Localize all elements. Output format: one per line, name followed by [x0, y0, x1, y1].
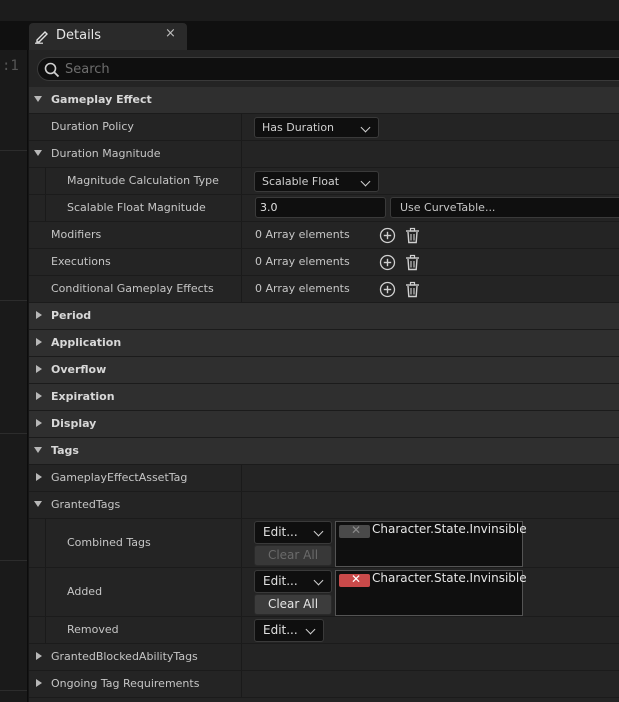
tab-title: Details [56, 28, 102, 43]
category-display[interactable]: Display [29, 411, 619, 438]
property-label: Removed [67, 623, 119, 636]
combined-tags-edit-button[interactable]: Edit... [254, 521, 332, 544]
add-element-icon[interactable] [379, 281, 396, 298]
property-label: Magnitude Calculation Type [67, 174, 219, 187]
property-granted-tags: GrantedTags [29, 492, 619, 519]
property-label: Modifiers [51, 228, 102, 241]
property-scalable-float-magnitude: Scalable Float Magnitude 3.0 Use CurveTa… [29, 195, 619, 222]
search-input[interactable] [65, 60, 605, 78]
close-icon[interactable]: × [165, 26, 176, 41]
property-label: Added [67, 585, 103, 598]
property-label: Scalable Float Magnitude [67, 201, 206, 214]
scalable-float-value-input[interactable]: 3.0 [255, 197, 386, 218]
property-modifiers: Modifiers 0 Array elements [29, 222, 619, 249]
category-label: Expiration [51, 390, 115, 403]
property-label: GrantedTags [51, 498, 121, 511]
added-tags-edit-button[interactable]: Edit... [254, 570, 332, 593]
collapse-arrow-icon[interactable] [36, 365, 42, 373]
duration-policy-dropdown[interactable]: Has Duration [254, 117, 379, 138]
category-overflow[interactable]: Overflow [29, 357, 619, 384]
remove-tag-disabled-icon: ✕ [339, 523, 370, 538]
collapse-arrow-icon[interactable] [36, 338, 42, 346]
trash-icon[interactable] [404, 281, 421, 298]
chevron-down-icon [360, 122, 371, 133]
search-box[interactable] [37, 57, 619, 81]
category-expiration[interactable]: Expiration [29, 384, 619, 411]
expand-arrow-icon[interactable] [34, 150, 42, 156]
magnitude-calc-type-dropdown[interactable]: Scalable Float [254, 171, 379, 192]
chevron-down-icon [305, 624, 316, 635]
expand-arrow-icon[interactable] [34, 501, 42, 507]
collapse-arrow-icon[interactable] [36, 419, 42, 427]
property-asset-tag: GameplayEffectAssetTag [29, 465, 619, 492]
trash-icon[interactable] [404, 227, 421, 244]
edit-label: Edit... [263, 574, 298, 588]
array-count: 0 Array elements [255, 228, 350, 241]
chevron-down-icon [313, 526, 324, 537]
removed-tags-edit-button[interactable]: Edit... [254, 619, 324, 642]
expand-arrow-icon[interactable] [34, 447, 42, 453]
property-removed-tags: Removed Edit... [29, 617, 619, 644]
collapse-arrow-icon[interactable] [36, 392, 42, 400]
collapse-arrow-icon[interactable] [36, 473, 42, 481]
chevron-down-icon [313, 575, 324, 586]
collapse-arrow-icon[interactable] [36, 679, 42, 687]
property-label: Conditional Gameplay Effects [51, 282, 214, 295]
tag-label: Character.State.Invinsible [372, 522, 527, 536]
category-gameplay-effect[interactable]: Gameplay Effect [29, 87, 619, 114]
property-executions: Executions 0 Array elements [29, 249, 619, 276]
added-tags-clear-all-button[interactable]: Clear All [254, 594, 332, 615]
property-label: Executions [51, 255, 111, 268]
property-duration-policy: Duration Policy Has Duration [29, 114, 619, 141]
property-magnitude-calc-type: Magnitude Calculation Type Scalable Floa… [29, 168, 619, 195]
tab-details[interactable]: Details × [29, 23, 187, 50]
category-label: Overflow [51, 363, 107, 376]
pencil-icon [35, 31, 48, 44]
property-conditional-effects: Conditional Gameplay Effects 0 Array ele… [29, 276, 619, 303]
details-panel: Gameplay Effect Duration Policy Has Dura… [29, 50, 619, 702]
property-duration-magnitude: Duration Magnitude [29, 141, 619, 168]
array-count: 0 Array elements [255, 255, 350, 268]
property-label: GrantedBlockedAbilityTags [51, 650, 198, 663]
remove-tag-icon[interactable]: ✕ [339, 572, 370, 587]
category-period[interactable]: Period [29, 303, 619, 330]
property-granted-blocked: GrantedBlockedAbilityTags [29, 644, 619, 671]
property-combined-tags: Combined Tags Edit... Clear All ✕ Charac… [29, 519, 619, 568]
trash-icon[interactable] [404, 254, 421, 271]
category-label: Tags [51, 444, 79, 457]
collapse-arrow-icon[interactable] [36, 652, 42, 660]
search-icon [44, 62, 60, 78]
property-label: GameplayEffectAssetTag [51, 471, 188, 484]
dropdown-value: Has Duration [262, 121, 335, 134]
array-count: 0 Array elements [255, 282, 350, 295]
left-viewport-strip: :1 [0, 50, 28, 702]
combined-tags-clear-all-button: Clear All [254, 545, 332, 566]
category-tags[interactable]: Tags [29, 438, 619, 465]
chevron-down-icon [360, 176, 371, 187]
property-added-tags: Added Edit... Clear All ✕ Character.Stat… [29, 568, 619, 617]
category-label: Period [51, 309, 92, 322]
property-label: Combined Tags [67, 536, 151, 549]
category-label: Application [51, 336, 122, 349]
collapse-arrow-icon[interactable] [36, 311, 42, 319]
edit-label: Edit... [263, 525, 298, 539]
sidebar-digit: :1 [2, 58, 19, 74]
category-application[interactable]: Application [29, 330, 619, 357]
dropdown-value: Scalable Float [262, 175, 340, 188]
curve-table-picker[interactable]: Use CurveTable... [390, 197, 619, 218]
property-label: Duration Magnitude [51, 147, 161, 160]
category-label: Gameplay Effect [51, 93, 152, 106]
top-toolbar [0, 0, 619, 21]
edit-label: Edit... [263, 623, 298, 637]
combined-tags-list: ✕ Character.State.Invinsible [335, 521, 527, 567]
added-tags-list: ✕ Character.State.Invinsible [335, 570, 527, 616]
property-label: Ongoing Tag Requirements [51, 677, 200, 690]
property-label: Duration Policy [51, 120, 134, 133]
tag-label: Character.State.Invinsible [372, 571, 527, 585]
category-label: Display [51, 417, 97, 430]
expand-arrow-icon[interactable] [34, 96, 42, 102]
property-ongoing-tag-requirements: Ongoing Tag Requirements [29, 671, 619, 698]
add-element-icon[interactable] [379, 254, 396, 271]
add-element-icon[interactable] [379, 227, 396, 244]
